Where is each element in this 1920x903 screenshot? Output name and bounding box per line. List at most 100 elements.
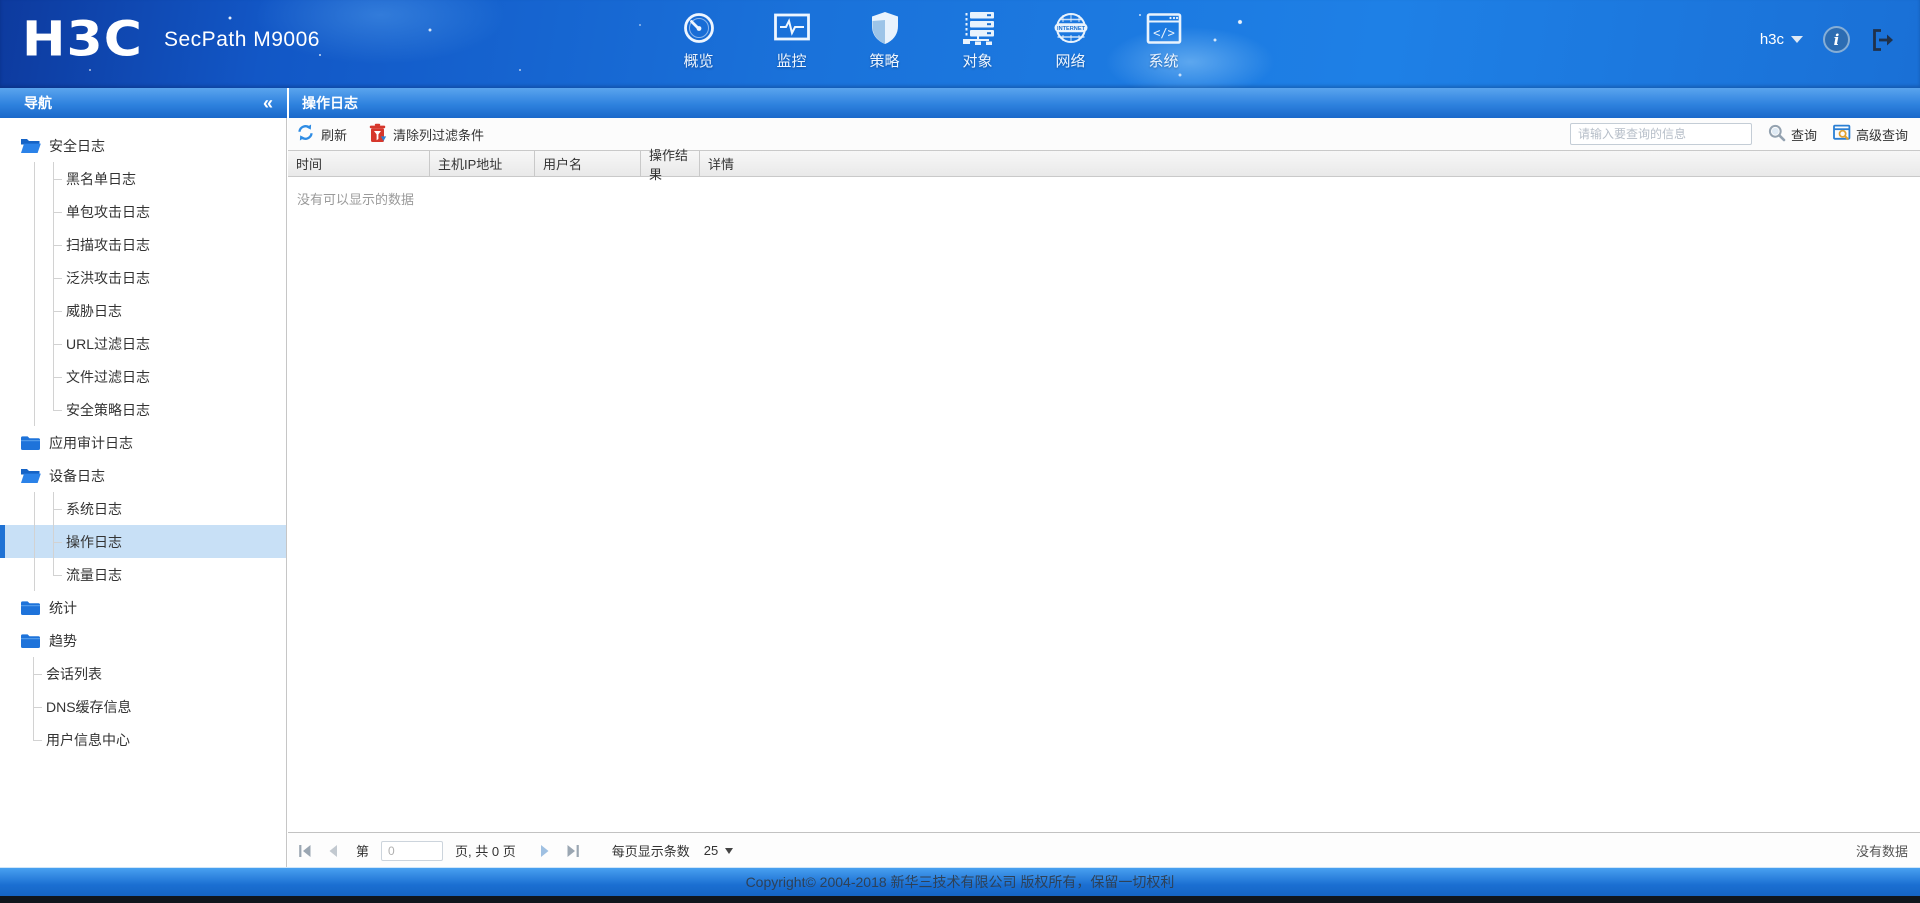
query-label: 查询: [1790, 127, 1817, 143]
sidebar-item-label: URL过滤日志: [66, 335, 151, 352]
sidebar-item-label: 安全策略日志: [66, 401, 150, 418]
advanced-query-button[interactable]: 高级查询: [1833, 124, 1908, 145]
column-header-username[interactable]: 用户名: [535, 151, 641, 176]
sidebar-item-1[interactable]: 黑名单日志: [0, 162, 286, 195]
sidebar-item-label: 黑名单日志: [66, 170, 136, 187]
sidebar-item-label: 趋势: [49, 632, 77, 649]
nav-label: 对象: [962, 53, 993, 70]
first-page-icon[interactable]: [298, 844, 312, 858]
sidebar-item-8[interactable]: 安全策略日志: [0, 393, 286, 426]
sidebar-item-15[interactable]: 趋势: [0, 624, 286, 657]
next-page-icon[interactable]: [538, 844, 552, 858]
per-page-value: 25: [703, 843, 719, 858]
toolbar: 刷新 清除列过滤条件 查询 高级查询: [288, 118, 1920, 150]
nav-item-network[interactable]: INTERNET 网络: [1024, 7, 1117, 71]
nav-label: 概览: [683, 53, 714, 70]
tree-connector: [33, 657, 44, 690]
query-button[interactable]: 查询: [1768, 124, 1817, 145]
sidebar-collapse-button[interactable]: «: [263, 94, 273, 112]
per-page-select[interactable]: 25: [703, 843, 734, 858]
sidebar-item-16[interactable]: 会话列表: [0, 657, 286, 690]
tree-connector: [53, 195, 64, 228]
folder-open-icon: [21, 139, 41, 153]
sidebar-item-0[interactable]: 安全日志: [0, 129, 286, 162]
page-number-input[interactable]: [381, 840, 444, 861]
tree-guide-line: [34, 228, 35, 261]
h3c-logo: H3C: [22, 12, 143, 68]
page-suffix-label: 页, 共 0 页: [455, 844, 516, 859]
tree-guide-line: [34, 558, 35, 591]
sidebar-item-9[interactable]: 应用审计日志: [0, 426, 286, 459]
folder-closed-icon: [21, 634, 41, 648]
tree-connector: [53, 360, 64, 393]
copyright-text: Copyright© 2004-2018 新华三技术有限公司 版权所有，保留一切…: [745, 874, 1175, 890]
tree-guide-line: [34, 492, 35, 525]
tree-guide-line: [34, 261, 35, 294]
column-header-host-ip[interactable]: 主机IP地址: [430, 151, 535, 176]
column-header-detail[interactable]: 详情: [700, 151, 1920, 176]
tree-guide-line: [34, 360, 35, 393]
sidebar-item-7[interactable]: 文件过滤日志: [0, 360, 286, 393]
tree-guide-line: [34, 162, 35, 195]
sidebar-item-label: 泛洪攻击日志: [66, 269, 150, 286]
folder-closed-icon: [21, 601, 41, 615]
nav-label: 监控: [776, 53, 807, 70]
tree-connector: [53, 327, 64, 360]
search-input[interactable]: [1569, 123, 1752, 145]
clear-filter-trash-icon: [369, 123, 387, 146]
sidebar-item-label: 应用审计日志: [49, 434, 133, 451]
nav-item-system[interactable]: </> 系统: [1117, 7, 1210, 71]
sidebar-item-2[interactable]: 单包攻击日志: [0, 195, 286, 228]
clear-filter-button[interactable]: 清除列过滤条件: [369, 123, 484, 146]
logout-icon[interactable]: [1870, 27, 1896, 53]
refresh-icon: [296, 123, 315, 145]
footer: Copyright© 2004-2018 新华三技术有限公司 版权所有，保留一切…: [0, 867, 1920, 896]
search-icon: [1768, 124, 1786, 145]
tree-connector: [53, 162, 64, 195]
refresh-label: 刷新: [321, 127, 348, 143]
per-page-label: 每页显示条数: [611, 844, 690, 859]
sidebar-item-11[interactable]: 系统日志: [0, 492, 286, 525]
sidebar-item-4[interactable]: 泛洪攻击日志: [0, 261, 286, 294]
sidebar-item-14[interactable]: 统计: [0, 591, 286, 624]
refresh-button[interactable]: 刷新: [296, 123, 347, 145]
sidebar-item-10[interactable]: 设备日志: [0, 459, 286, 492]
nav-item-monitor[interactable]: 监控: [745, 7, 838, 71]
sidebar-item-13[interactable]: 流量日志: [0, 558, 286, 591]
sidebar: 安全日志黑名单日志单包攻击日志扫描攻击日志 泛洪攻击日志威胁日志 URL过滤日志 文件…: [0, 118, 287, 868]
sidebar-item-label: 操作日志: [66, 533, 122, 550]
table-header: 时间 主机IP地址 用户名 操作结果 详情: [288, 148, 1920, 182]
sidebar-item-5[interactable]: 威胁日志: [0, 294, 286, 327]
user-dropdown[interactable]: h3c: [1760, 31, 1803, 48]
nav-item-overview[interactable]: 概览: [652, 7, 745, 71]
empty-state-text: 没有可以显示的数据: [297, 192, 415, 207]
sidebar-item-label: 文件过滤日志: [66, 368, 150, 385]
sidebar-item-6[interactable]: URL过滤日志: [0, 327, 286, 360]
last-page-icon[interactable]: [566, 844, 580, 858]
sidebar-item-17[interactable]: DNS缓存信息: [0, 690, 286, 723]
sidebar-item-label: 流量日志: [66, 566, 122, 583]
tree-guide-line: [34, 525, 35, 558]
prev-page-icon[interactable]: [326, 844, 340, 858]
nav-label: 网络: [1055, 53, 1086, 70]
objects-icon: [960, 7, 996, 49]
system-code-icon: </>: [1146, 7, 1182, 49]
sidebar-item-label: 会话列表: [46, 665, 102, 682]
nav-item-objects[interactable]: 对象: [931, 7, 1024, 71]
username: h3c: [1759, 31, 1784, 48]
sidebar-item-label: 扫描攻击日志: [66, 236, 150, 253]
network-globe-icon: INTERNET: [1051, 7, 1091, 49]
tree-connector: [53, 525, 64, 558]
sidebar-item-18[interactable]: 用户信息中心: [0, 723, 286, 756]
info-icon[interactable]: i: [1823, 26, 1850, 53]
sidebar-item-12[interactable]: 操作日志: [0, 525, 286, 558]
pagination-bar: 第 页, 共 0 页 每页显示条数 25 没有数据: [288, 832, 1920, 868]
column-header-result[interactable]: 操作结果: [641, 148, 700, 182]
nav-item-policy[interactable]: 策略: [838, 7, 931, 71]
sidebar-item-3[interactable]: 扫描攻击日志: [0, 228, 286, 261]
column-header-time[interactable]: 时间: [288, 151, 430, 176]
sidebar-item-label: DNS缓存信息: [46, 698, 132, 715]
product-name: SecPath M9006: [164, 28, 320, 51]
tree-guide-line: [34, 195, 35, 228]
nav-label: 系统: [1148, 53, 1179, 70]
